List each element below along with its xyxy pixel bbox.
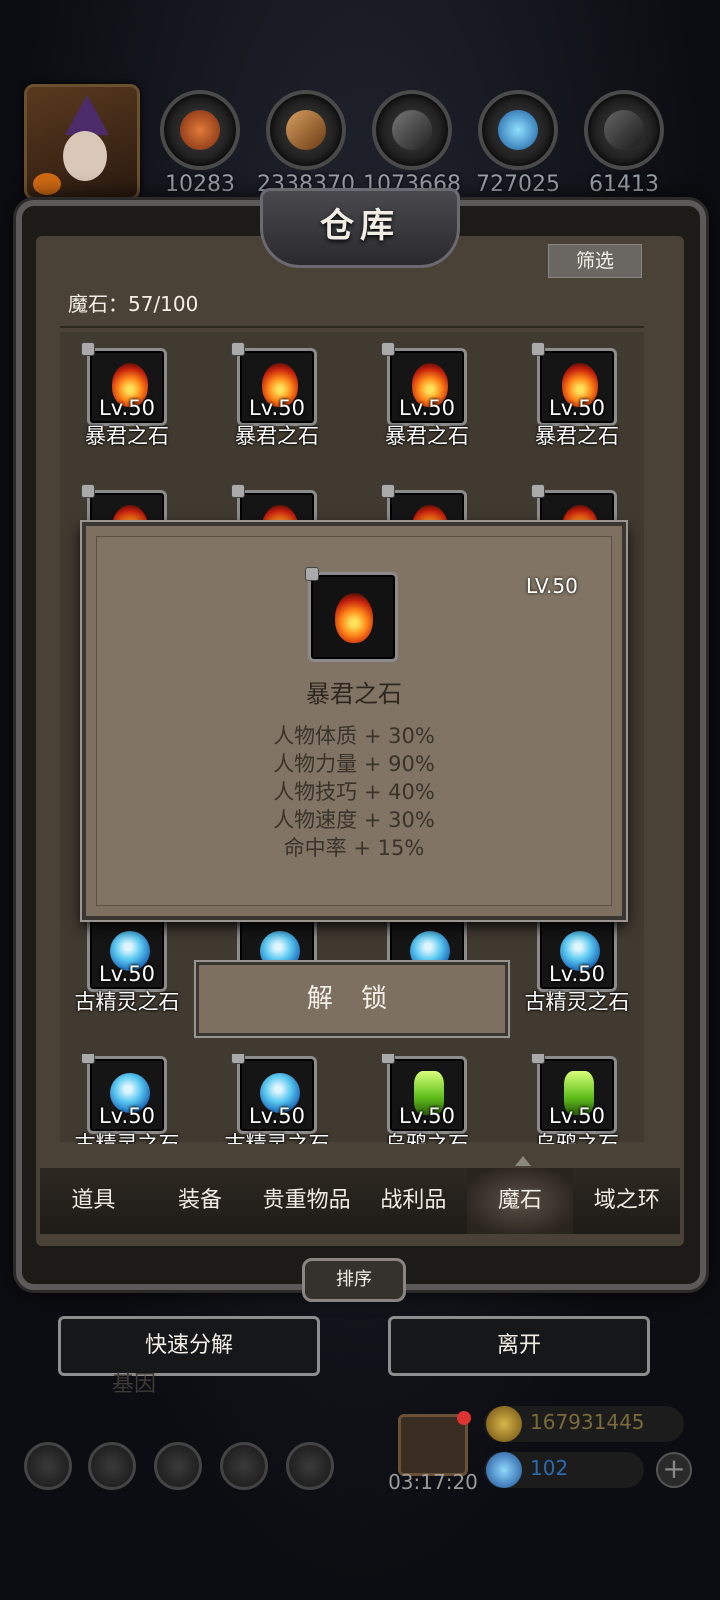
category-tabs: 道具 装备 贵重物品 战利品 魔石 域之环 bbox=[40, 1168, 680, 1234]
add-currency-button[interactable]: + bbox=[656, 1452, 692, 1488]
mail-icon[interactable] bbox=[220, 1442, 268, 1490]
sort-button[interactable]: 排序 bbox=[302, 1258, 406, 1302]
pumpkin-icon bbox=[33, 173, 61, 195]
item-level: Lv.50 bbox=[99, 962, 155, 986]
item-cell[interactable]: Lv.50 暴君之石 bbox=[502, 342, 652, 458]
item-cell[interactable]: Lv.50 暴君之石 bbox=[352, 342, 502, 458]
item-cell[interactable]: Lv.50 古精灵之石 bbox=[202, 1054, 352, 1144]
item-cell[interactable]: Lv.50 古精灵之石 bbox=[52, 1054, 202, 1144]
player-avatar[interactable] bbox=[24, 84, 140, 200]
background-label: 基因 bbox=[112, 1372, 157, 1397]
lock-icon bbox=[381, 1054, 395, 1064]
stat-line: 命中率 + 15% bbox=[283, 836, 425, 860]
tab-items[interactable]: 道具 bbox=[40, 1168, 147, 1234]
item-name: 古精灵之石 bbox=[524, 990, 630, 1014]
item-cell[interactable]: Lv.50 乌鸦之石 bbox=[352, 1054, 502, 1144]
item-cell[interactable]: Lv.50 古精灵之石 bbox=[502, 908, 652, 1024]
gold-counter: 167931445 bbox=[484, 1406, 684, 1442]
modal-item-slot bbox=[305, 567, 398, 662]
tab-loot[interactable]: 战利品 bbox=[360, 1168, 467, 1234]
lock-icon bbox=[81, 342, 95, 356]
modal-item-name: 暴君之石 bbox=[306, 680, 402, 708]
settings-icon[interactable] bbox=[24, 1442, 72, 1490]
item-level: Lv.50 bbox=[99, 396, 155, 420]
gift-box-icon[interactable] bbox=[398, 1411, 471, 1476]
guild-icon[interactable] bbox=[154, 1442, 202, 1490]
lock-icon bbox=[381, 342, 395, 356]
lock-icon bbox=[231, 342, 245, 356]
item-cell[interactable]: Lv.50 乌鸦之石 bbox=[502, 1054, 652, 1144]
iron-ingot-icon[interactable] bbox=[372, 90, 452, 170]
wood-plank-icon[interactable] bbox=[266, 90, 346, 170]
avatar-face bbox=[63, 131, 107, 181]
lock-icon bbox=[231, 484, 245, 498]
resource-value: 10283 bbox=[165, 172, 235, 197]
lock-icon bbox=[305, 567, 319, 581]
active-tab-indicator bbox=[515, 1156, 531, 1166]
lock-icon bbox=[81, 484, 95, 498]
modal-stats: 人物体质 + 30% 人物力量 + 90% 人物技巧 + 40% 人物速度 + … bbox=[82, 722, 626, 862]
item-level: Lv.50 bbox=[399, 396, 455, 420]
item-row-clipped: Lv.50 古精灵之石 Lv.50 古精灵之石 Lv.50 乌鸦之石 Lv.50… bbox=[52, 1054, 652, 1144]
copper-ore-icon[interactable] bbox=[160, 90, 240, 170]
gift-timer: 03:17:20 bbox=[388, 1470, 478, 1494]
cube-icon[interactable] bbox=[286, 1442, 334, 1490]
witch-hat-icon bbox=[65, 95, 109, 135]
blue-crystal-icon[interactable] bbox=[478, 90, 558, 170]
item-level: Lv.50 bbox=[549, 962, 605, 986]
item-cell[interactable]: Lv.50 暴君之石 bbox=[202, 342, 352, 458]
notification-dot bbox=[457, 1411, 471, 1425]
lock-icon bbox=[381, 484, 395, 498]
lock-icon bbox=[531, 484, 545, 498]
stat-line: 人物力量 + 90% bbox=[273, 752, 435, 776]
leave-button[interactable]: 离开 bbox=[388, 1316, 650, 1376]
item-name: 乌鸦之石 bbox=[535, 1132, 619, 1144]
resource-value: 727025 bbox=[476, 172, 560, 197]
quick-decompose-button[interactable]: 快速分解 bbox=[58, 1316, 320, 1376]
item-name: 古精灵之石 bbox=[74, 990, 180, 1014]
item-level: Lv.50 bbox=[249, 396, 305, 420]
stat-line: 人物体质 + 30% bbox=[273, 724, 435, 748]
item-cell[interactable]: Lv.50 古精灵之石 bbox=[52, 908, 202, 1024]
stat-line: 人物速度 + 30% bbox=[273, 808, 435, 832]
tab-equipment[interactable]: 装备 bbox=[147, 1168, 254, 1234]
gold-coin-icon bbox=[486, 1406, 522, 1442]
page-title: 仓库 bbox=[320, 206, 400, 246]
item-level: Lv.50 bbox=[249, 1104, 305, 1128]
modal-item-level: LV.50 bbox=[526, 574, 578, 598]
filter-button[interactable]: 筛选 bbox=[548, 244, 642, 278]
lock-icon bbox=[81, 1054, 95, 1064]
stat-line: 人物技巧 + 40% bbox=[273, 780, 435, 804]
item-cell[interactable]: Lv.50 暴君之石 bbox=[52, 342, 202, 458]
gem-icon bbox=[486, 1452, 522, 1488]
lock-icon bbox=[531, 1054, 545, 1064]
item-level: Lv.50 bbox=[549, 1104, 605, 1128]
resource-value: 61413 bbox=[589, 172, 659, 197]
lock-icon bbox=[231, 1054, 245, 1064]
fire-stone-icon bbox=[335, 593, 373, 643]
tab-magic-stones[interactable]: 魔石 bbox=[466, 1168, 574, 1234]
unlock-button[interactable]: 解 锁 bbox=[196, 962, 508, 1036]
item-level: Lv.50 bbox=[399, 1104, 455, 1128]
shield-icon[interactable] bbox=[88, 1442, 136, 1490]
item-level: Lv.50 bbox=[549, 396, 605, 420]
gem-counter: 102 bbox=[484, 1452, 644, 1488]
item-name: 暴君之石 bbox=[535, 424, 619, 448]
lock-icon bbox=[531, 342, 545, 356]
tab-valuables[interactable]: 贵重物品 bbox=[253, 1168, 360, 1234]
divider bbox=[60, 326, 644, 328]
steel-ingot-icon[interactable] bbox=[584, 90, 664, 170]
item-level: Lv.50 bbox=[99, 1104, 155, 1128]
capacity-text: 魔石：57/100 bbox=[68, 292, 199, 316]
tab-domain-rings[interactable]: 域之环 bbox=[573, 1168, 680, 1234]
gold-amount: 167931445 bbox=[530, 1410, 645, 1434]
gem-amount: 102 bbox=[530, 1456, 569, 1480]
